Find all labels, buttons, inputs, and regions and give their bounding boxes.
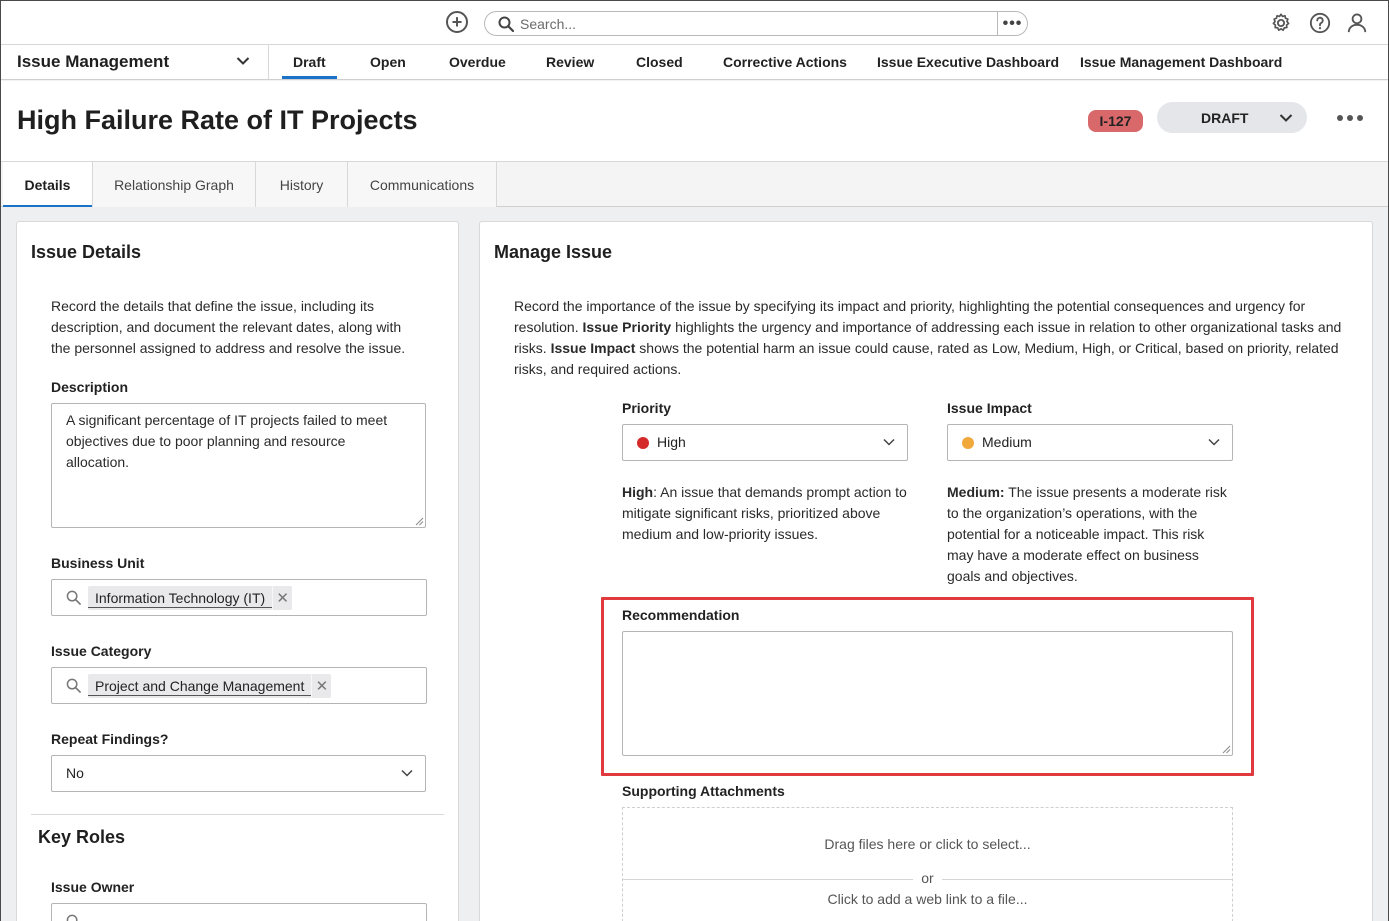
- repeat-findings-value: No: [66, 765, 84, 781]
- issue-category-chip-label: Project and Change Management: [88, 677, 312, 696]
- impact-color-dot: [962, 437, 974, 449]
- global-search: •••: [484, 11, 1028, 36]
- issue-owner-field[interactable]: [51, 903, 427, 921]
- record-id-badge: I-127: [1088, 110, 1143, 132]
- resize-handle-icon[interactable]: [1222, 745, 1231, 754]
- top-bar: + •••: [1, 1, 1388, 45]
- nav-tab-issue-management-dashboard[interactable]: Issue Management Dashboard: [1080, 45, 1282, 79]
- priority-label: Priority: [622, 400, 672, 416]
- issue-impact-label: Issue Impact: [947, 400, 1032, 416]
- attachments-dropzone[interactable]: Drag files here or click to select... or…: [622, 807, 1233, 921]
- nav-tab-closed[interactable]: Closed: [636, 45, 683, 79]
- workflow-state-button[interactable]: DRAFT: [1157, 102, 1307, 133]
- search-icon: [66, 678, 81, 693]
- chevron-down-icon: [236, 57, 250, 65]
- issue-impact-select[interactable]: Medium: [947, 424, 1233, 461]
- chevron-down-icon: [1208, 438, 1220, 446]
- description-label: Description: [51, 379, 129, 395]
- nav-tab-corrective-actions[interactable]: Corrective Actions: [723, 45, 847, 79]
- details-content: Issue Details Record the details that de…: [1, 207, 1388, 921]
- workspace-nav: Issue Management Draft Open Overdue Revi…: [1, 45, 1388, 80]
- manage-issue-intro: Record the importance of the issue by sp…: [514, 298, 1342, 377]
- workspace-switcher[interactable]: Issue Management: [1, 45, 269, 79]
- record-header: High Failure Rate of IT Projects I-127 D…: [1, 81, 1388, 161]
- tab-history[interactable]: History: [256, 162, 348, 207]
- nav-tab-overdue[interactable]: Overdue: [449, 45, 506, 79]
- chevron-down-icon: [883, 438, 895, 446]
- workflow-state-label: DRAFT: [1201, 110, 1249, 126]
- page-title: High Failure Rate of IT Projects: [17, 105, 418, 135]
- issue-details-intro: Record the details that define the issue…: [51, 298, 406, 356]
- business-unit-chip: Information Technology (IT) ✕: [88, 586, 293, 610]
- repeat-findings-label: Repeat Findings?: [51, 731, 169, 747]
- user-icon[interactable]: [1346, 12, 1368, 34]
- search-options-icon[interactable]: •••: [997, 12, 1027, 35]
- issue-details-panel: Issue Details Record the details that de…: [16, 221, 459, 921]
- business-unit-field[interactable]: Information Technology (IT) ✕: [51, 579, 427, 616]
- priority-help-text: High: An issue that demands prompt actio…: [622, 484, 907, 542]
- repeat-findings-select[interactable]: No: [51, 755, 426, 792]
- issue-category-label: Issue Category: [51, 643, 152, 659]
- issue-category-field[interactable]: Project and Change Management ✕: [51, 667, 427, 704]
- issue-owner-label: Issue Owner: [51, 879, 135, 895]
- nav-tab-open[interactable]: Open: [370, 45, 406, 79]
- or-text: or: [921, 870, 934, 886]
- issue-impact-help-text: Medium: The issue presents a moderate ri…: [947, 484, 1227, 584]
- gear-icon[interactable]: [1270, 12, 1292, 34]
- more-options-icon[interactable]: [1337, 111, 1367, 125]
- drop-files-text: Drag files here or click to select...: [824, 836, 1031, 852]
- chevron-down-icon: [1279, 114, 1293, 122]
- section-divider: [31, 814, 444, 815]
- issue-category-chip: Project and Change Management ✕: [88, 674, 332, 698]
- tab-details[interactable]: Details: [3, 162, 93, 208]
- priority-color-dot: [637, 437, 649, 449]
- description-value: A significant percentage of IT projects …: [66, 412, 388, 470]
- priority-select[interactable]: High: [622, 424, 908, 461]
- add-web-link-text[interactable]: Click to add a web link to a file...: [623, 891, 1232, 907]
- search-icon: [498, 16, 514, 32]
- nav-tab-draft[interactable]: Draft: [282, 45, 337, 79]
- chevron-down-icon: [401, 769, 413, 777]
- manage-issue-panel: Manage Issue Record the importance of th…: [479, 221, 1373, 921]
- issue-impact-value: Medium: [982, 434, 1032, 450]
- manage-issue-title: Manage Issue: [494, 242, 613, 262]
- workspace-name: Issue Management: [17, 52, 170, 71]
- description-field[interactable]: A significant percentage of IT projects …: [51, 403, 426, 528]
- nav-tab-review[interactable]: Review: [546, 45, 594, 79]
- search-icon: [66, 590, 81, 605]
- search-icon: [66, 914, 78, 921]
- remove-chip-icon[interactable]: ✕: [311, 674, 331, 698]
- key-roles-title: Key Roles: [38, 827, 126, 847]
- business-unit-label: Business Unit: [51, 555, 145, 571]
- tab-communications[interactable]: Communications: [348, 162, 497, 207]
- tab-relationship-graph[interactable]: Relationship Graph: [93, 162, 256, 207]
- record-tabs: Details Relationship Graph History Commu…: [1, 161, 1388, 208]
- issue-details-title: Issue Details: [31, 242, 142, 262]
- question-circle-icon[interactable]: [1309, 12, 1331, 34]
- priority-value: High: [657, 434, 686, 450]
- supporting-attachments-label: Supporting Attachments: [622, 783, 785, 799]
- search-input[interactable]: [520, 14, 970, 33]
- recommendation-field[interactable]: [622, 631, 1233, 756]
- recommendation-label: Recommendation: [622, 607, 740, 623]
- resize-handle-icon[interactable]: [415, 517, 424, 526]
- nav-tab-issue-executive-dashboard[interactable]: Issue Executive Dashboard: [877, 45, 1059, 79]
- plus-circle-icon[interactable]: +: [446, 11, 468, 33]
- business-unit-chip-label: Information Technology (IT): [88, 589, 273, 608]
- remove-chip-icon[interactable]: ✕: [272, 586, 292, 610]
